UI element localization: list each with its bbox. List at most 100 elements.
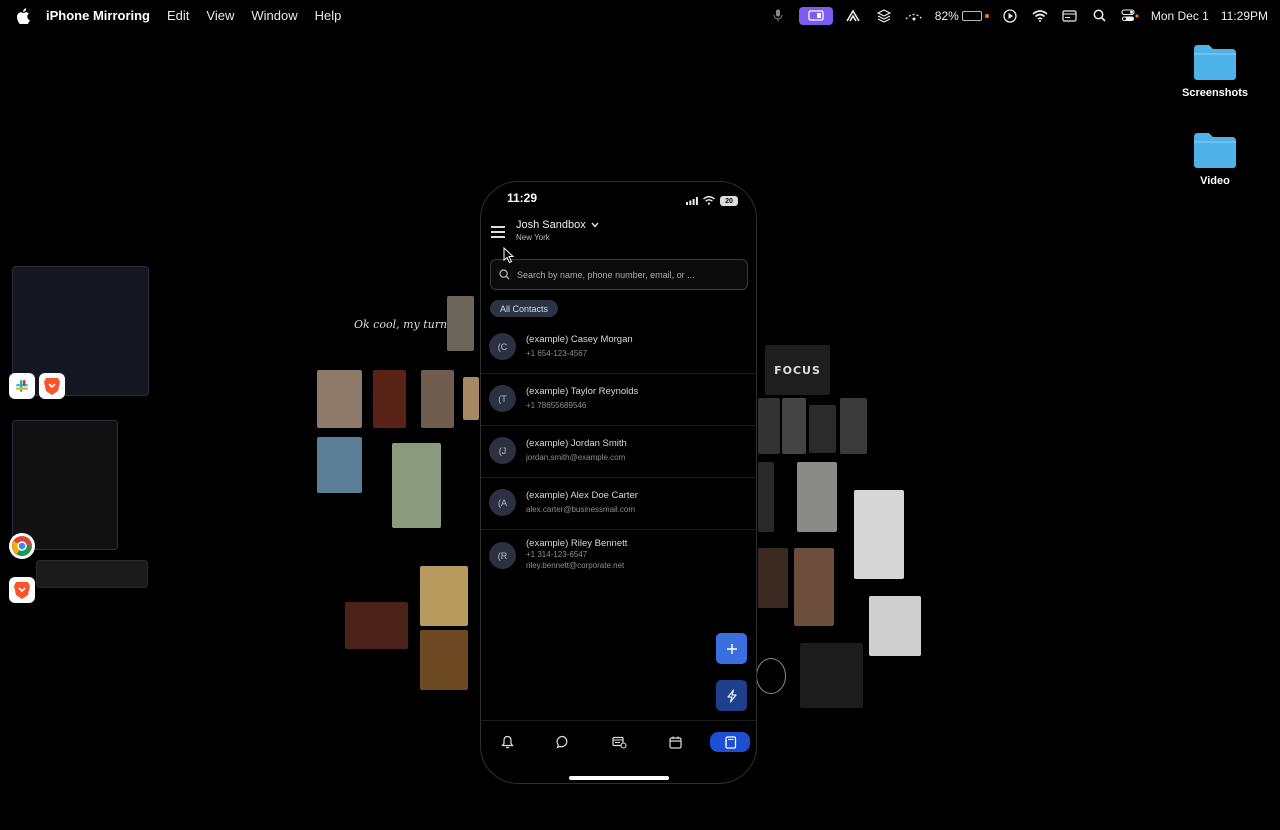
search-icon[interactable] [1091,9,1109,23]
quick-action-button[interactable] [716,680,747,711]
contact-search-field[interactable] [490,259,748,290]
microphone-icon[interactable] [769,9,787,23]
background-photo [317,370,362,428]
cast-icon[interactable] [845,9,863,23]
battery-percent: 82% [934,8,959,23]
mouse-cursor-icon [503,247,515,264]
battery-charging-dot [984,13,989,18]
contact-detail: alex.carter@businessmail.com [526,505,636,514]
background-photo [420,566,468,626]
background-photo [797,462,837,532]
app-name-menu[interactable]: iPhone Mirroring [46,8,150,23]
background-photo [869,596,921,656]
contact-row[interactable]: (J (example) Jordan Smith jordan.smith@e… [481,426,756,478]
bell-icon [500,735,514,749]
search-input[interactable] [517,269,727,280]
play-icon[interactable] [1001,8,1019,23]
contact-name: (example) Jordan Smith [526,438,627,449]
account-name: Josh Sandbox [516,219,586,231]
iphone-mirror-window[interactable]: 11:29 20 Josh Sandbox New York All Conta… [480,181,757,784]
background-photo [854,490,904,579]
folder-label: Video [1200,175,1230,187]
contact-row[interactable]: (R (example) Riley Bennett +1 314-123-65… [481,530,756,582]
contact-detail: riley.bennett@corporate.net [526,561,625,570]
contact-avatar: (C [489,333,516,360]
background-photo [758,462,774,532]
screen-mirroring-icon[interactable] [798,6,833,25]
contact-name: (example) Taylor Reynolds [526,386,639,397]
contact-row[interactable]: (T (example) Taylor Reynolds +1 78655689… [481,374,756,426]
stage-window-thumbnail[interactable] [36,560,148,588]
tab-contacts[interactable] [710,732,750,752]
search-icon [499,269,510,280]
menubar-time[interactable]: 11:29PM [1221,9,1268,23]
control-center-icon[interactable] [1121,9,1139,23]
contact-name: (example) Alex Doe Carter [526,490,638,501]
contacts-icon [724,735,736,749]
background-photo [756,658,786,694]
contact-name: (example) Casey Morgan [526,334,633,345]
phone-battery-icon: 20 [720,196,738,206]
tab-inbox[interactable] [599,732,639,752]
inbox-icon [611,736,627,749]
contact-avatar: (T [489,385,516,412]
account-switcher[interactable]: Josh Sandbox New York [516,219,599,242]
stage-window-thumbnail[interactable] [12,420,118,550]
battery-indicator[interactable]: 82% [935,9,989,23]
chat-icon [556,735,568,749]
card-icon[interactable] [1061,9,1079,23]
folder-video[interactable]: Video [1170,131,1260,187]
tab-messages[interactable] [543,732,583,752]
background-photo [463,377,479,420]
chrome-icon[interactable] [9,533,35,559]
window-menu[interactable]: Window [251,8,297,23]
apple-icon[interactable] [16,7,30,24]
battery-status-icon[interactable] [905,9,923,23]
battery-shell [961,10,982,21]
tab-calendar[interactable] [655,732,695,752]
folder-screenshots[interactable]: Screenshots [1170,43,1260,99]
brave-icon[interactable] [9,577,35,603]
filter-chip-all-contacts[interactable]: All Contacts [490,300,559,317]
tab-notifications[interactable] [487,732,527,752]
background-photo [794,548,834,626]
add-contact-button[interactable] [716,633,747,664]
background-photo [392,443,441,528]
contact-name: (example) Riley Bennett [526,538,628,549]
background-photo [447,296,474,351]
folder-icon [1194,133,1236,168]
help-menu[interactable]: Help [315,8,342,23]
edit-menu[interactable]: Edit [167,8,189,23]
layers-icon[interactable] [875,8,893,23]
hamburger-menu-icon[interactable] [491,226,505,238]
contact-detail: jordan.smith@example.com [526,453,626,462]
background-photo [809,405,836,453]
home-indicator[interactable] [569,776,669,780]
cellular-signal-icon [686,192,698,210]
folder-label: Screenshots [1181,87,1249,99]
background-photo [800,643,863,708]
contact-detail: +1 78655689546 [526,401,587,410]
slack-icon[interactable] [9,373,35,399]
background-photo: FOCUS [765,345,830,395]
folder-icon [1194,45,1236,80]
brave-icon[interactable] [39,373,65,399]
menu-bar: iPhone Mirroring Edit View Window Help 8… [0,0,1280,31]
phone-status-bar: 11:29 20 [481,182,756,212]
plus-icon [726,643,737,654]
wifi-icon[interactable] [1031,9,1049,23]
background-poster-text: FOCUS [774,363,821,377]
phone-status-time: 11:29 [507,191,538,205]
view-menu[interactable]: View [206,8,234,23]
menubar-date[interactable]: Mon Dec 1 [1151,9,1209,23]
contact-row[interactable]: (A (example) Alex Doe Carter alex.carter… [481,478,756,530]
background-photo [345,602,408,649]
background-photo [840,398,867,454]
contact-avatar: (A [489,489,516,516]
chevron-down-icon [591,222,599,228]
contact-detail: +1 314-123-6547 [526,550,588,559]
wifi-icon [703,192,715,210]
background-photo [782,398,806,454]
background-photo [758,548,788,608]
contact-row[interactable]: (C (example) Casey Morgan +1 654-123-456… [481,322,756,374]
